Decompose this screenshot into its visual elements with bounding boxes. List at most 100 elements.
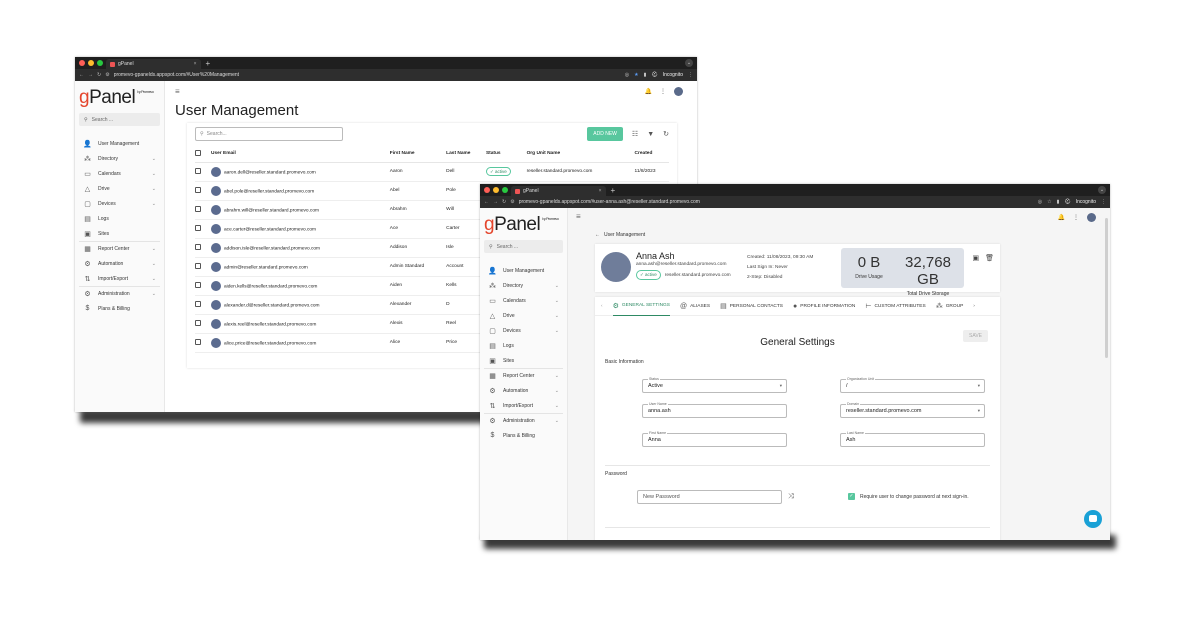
tab-profile-information[interactable]: ● PROFILE INFORMATION [793,297,855,316]
row-checkbox[interactable] [195,319,201,326]
tab-groups[interactable]: ⁂ GROUP [936,297,964,316]
sidebar-item-plans-billing[interactable]: $ Plans & Billing [484,428,563,443]
email-cell[interactable]: admin@reseller.standard.promevo.com [211,257,390,277]
sidebar-item-logs[interactable]: ▤ Logs [484,338,563,353]
menu-dots-icon[interactable]: ⋮ [1101,199,1106,205]
sidebar-item-report-center[interactable]: ▦ Report Center ⌄ [79,241,160,256]
bookmark-star-icon[interactable]: ☆ [1047,199,1051,205]
column-header-status[interactable]: Status [485,146,527,163]
column-header-email[interactable]: User Email [211,146,390,163]
tab-search-icon[interactable]: ⌄ [685,59,693,67]
filter-icon[interactable]: ▼ [647,131,654,138]
close-tab-icon[interactable]: × [194,61,197,67]
back-arrow-icon[interactable]: ← [484,199,489,205]
more-vert-icon[interactable]: ⋮ [1073,214,1079,221]
url-text[interactable]: promevo-gpanelds.appspot.com/#User%20Man… [114,72,625,78]
status-select[interactable]: Status Active ▾ [642,377,787,393]
require-change-checkbox[interactable]: ✓ [848,493,855,500]
row-checkbox[interactable] [195,281,201,288]
email-cell[interactable]: alice.price@reseller.standard.promevo.co… [211,333,390,353]
sidebar-item-user-management[interactable]: 👤 User Management [484,263,563,278]
sidepanel-icon[interactable]: ▮ [644,72,647,78]
browser-tab[interactable]: gPanel × [511,186,606,196]
tab-general-settings[interactable]: ⚙ GENERAL SETTINGS [612,297,670,316]
tab-aliases[interactable]: @ ALIASES [680,297,710,316]
back-to-user-management[interactable]: ← User Management [595,232,645,238]
export-icon[interactable]: ▣ [972,254,979,262]
close-dot[interactable] [484,187,490,193]
sidebar-item-administration[interactable]: ⚙ Administration ⌄ [484,413,563,428]
site-info-icon[interactable]: ⚙ [105,72,109,78]
sidebar-item-devices[interactable]: ▢ Devices ⌄ [484,323,563,338]
eye-off-icon[interactable]: ◎ [625,72,629,78]
sidebar-item-import-export[interactable]: ⇅ Import/Export ⌄ [484,398,563,413]
sidebar-item-sites[interactable]: ▣ Sites [484,353,563,368]
close-tab-icon[interactable]: × [599,188,602,194]
columns-icon[interactable]: ☷ [632,130,638,138]
row-checkbox[interactable] [195,338,201,345]
email-cell[interactable]: abrahm.will@reseller.standard.promevo.co… [211,200,390,220]
sidebar-item-drive[interactable]: △ Drive ⌄ [79,181,160,196]
sidebar-item-administration[interactable]: ⚙ Administration ⌄ [79,286,160,301]
tab-search-icon[interactable]: ⌄ [1098,186,1106,194]
forward-arrow-icon[interactable]: → [493,199,498,205]
select-all-checkbox[interactable] [195,149,201,156]
org-unit-select[interactable]: Organization Unit / ▾ [840,377,985,393]
new-tab-icon[interactable]: + [611,186,616,195]
username-field[interactable]: User Name anna.ash [642,402,787,418]
sidebar-item-user-management[interactable]: 👤 User Management [79,136,160,151]
menu-dots-icon[interactable]: ⋮ [688,72,693,78]
avatar[interactable] [674,87,683,96]
bookmark-star-icon[interactable]: ★ [634,72,638,78]
eye-off-icon[interactable]: ◎ [1038,199,1042,205]
notification-bell-icon[interactable]: 🔔 [645,88,652,95]
minimize-dot[interactable] [493,187,499,193]
column-header-org-unit[interactable]: Org Unit Name [526,146,635,163]
sidebar-search[interactable]: ⚲ Search ... [484,240,563,253]
chat-support-button[interactable] [1084,510,1102,528]
row-checkbox[interactable] [195,300,201,307]
browser-tab[interactable]: gPanel × [106,59,201,69]
sidebar-item-sites[interactable]: ▣ Sites [79,226,160,241]
sidebar-item-automation[interactable]: ⚙ Automation ⌄ [484,383,563,398]
column-header-created[interactable]: Created [634,146,669,163]
reload-icon[interactable]: ↻ [97,72,101,78]
notification-bell-icon[interactable]: 🔔 [1058,214,1065,221]
email-cell[interactable]: alexander.d@reseller.standard.promevo.co… [211,295,390,315]
row-checkbox[interactable] [195,167,201,174]
row-checkbox[interactable] [195,262,201,269]
avatar[interactable] [1087,213,1096,222]
tab-personal-contacts[interactable]: ▤ PERSONAL CONTACTS [720,297,783,316]
tabs-scroll-right-icon[interactable]: › [973,304,975,309]
row-checkbox[interactable] [195,243,201,250]
email-cell[interactable]: aaron.dell@reseller.standard.promevo.com [211,162,390,182]
hamburger-menu-icon[interactable]: ≡ [576,212,581,221]
close-dot[interactable] [79,60,85,66]
reload-icon[interactable]: ↻ [502,199,506,205]
email-cell[interactable]: ace.carter@reseller.standard.promevo.com [211,219,390,239]
add-new-button[interactable]: ADD NEW [587,127,623,141]
email-cell[interactable]: abel.pole@reseller.standard.promevo.com [211,181,390,201]
domain-select[interactable]: Domain reseller.standard.promevo.com ▾ [840,402,985,418]
forward-arrow-icon[interactable]: → [88,72,93,78]
sidebar-item-directory[interactable]: ⁂ Directory ⌄ [79,151,160,166]
sidebar-item-automation[interactable]: ⚙ Automation ⌄ [79,256,160,271]
row-checkbox[interactable] [195,224,201,231]
email-cell[interactable]: alexis.reel@reseller.standard.promevo.co… [211,314,390,334]
tabs-scroll-left-icon[interactable]: ‹ [601,304,603,309]
new-tab-icon[interactable]: + [206,59,211,68]
row-checkbox[interactable] [195,186,201,193]
column-header-first-name[interactable]: First Name [389,146,447,163]
back-arrow-icon[interactable]: ← [79,72,84,78]
hamburger-menu-icon[interactable]: ≡ [175,87,687,96]
minimize-dot[interactable] [88,60,94,66]
refresh-icon[interactable]: ↻ [663,130,669,138]
sidebar-item-drive[interactable]: △ Drive ⌄ [484,308,563,323]
tab-custom-attributes[interactable]: ⊢ CUSTOM ATTRIBUTES [865,297,925,316]
column-header-last-name[interactable]: Last Name [446,146,486,163]
sidebar-item-logs[interactable]: ▤ Logs [79,211,160,226]
delete-icon[interactable]: 🗑 [985,254,994,262]
table-row[interactable]: aaron.dell@reseller.standard.promevo.com… [195,162,669,182]
last-name-field[interactable]: Last Name Ash [840,431,985,447]
sidebar-item-devices[interactable]: ▢ Devices ⌄ [79,196,160,211]
